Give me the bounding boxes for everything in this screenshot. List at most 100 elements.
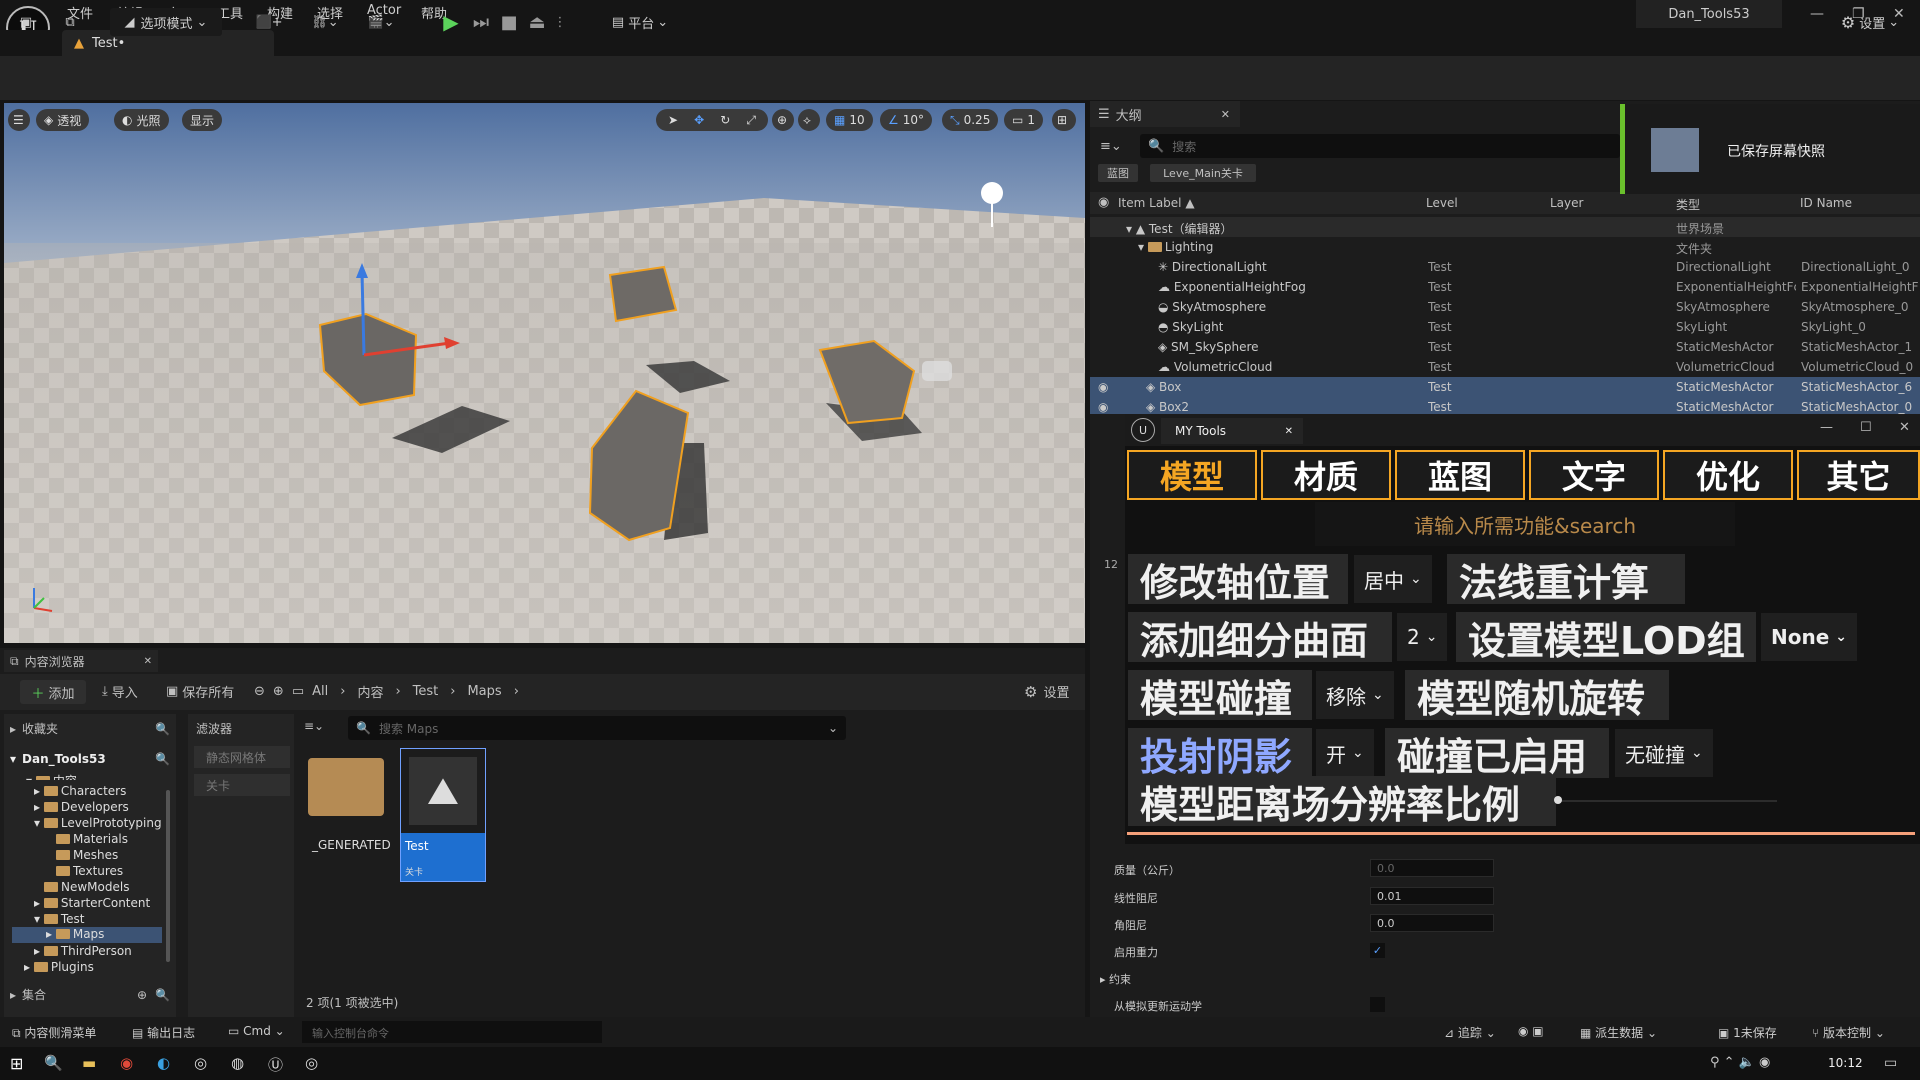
add-button[interactable]: ＋ 添加 [20, 680, 86, 704]
tab-material[interactable]: 材质 [1261, 450, 1391, 500]
unsaved-button[interactable]: ▣ 1未保存 [1718, 1024, 1777, 1041]
tool-search-input[interactable]: 请输入所需功能&search [1315, 502, 1735, 546]
close-icon[interactable]: ✕ [1221, 108, 1230, 121]
outliner-row[interactable]: ✳ DirectionalLight Test DirectionalLight… [1090, 257, 1920, 277]
rotate-icon[interactable]: ↻ [720, 113, 730, 127]
source-control-button[interactable]: ⑂ 版本控制 ⌄ [1812, 1024, 1885, 1041]
angle-snap-button[interactable]: ∠ 10° [880, 109, 933, 131]
change-pivot-button[interactable]: 修改轴位置 [1128, 554, 1348, 605]
tree-item-test[interactable]: ▾ Test [34, 912, 84, 926]
breadcrumb-maps[interactable]: Maps [467, 684, 501, 699]
tree-item-maps[interactable]: ▸ Maps [12, 927, 162, 943]
tree-item-thirdperson[interactable]: ▸ ThirdPerson [34, 944, 132, 958]
trace-button[interactable]: ⊿ 追踪 ⌄ [1444, 1024, 1496, 1041]
perspective-button[interactable]: ◈ 透视 [36, 109, 90, 131]
outliner-row[interactable]: ◉ ◈ Box2 Test StaticMeshActor StaticMesh… [1090, 397, 1920, 414]
eject-icon[interactable]: ⏏ [524, 8, 550, 36]
derived-data-button[interactable]: ▦ 派生数据 ⌄ [1580, 1024, 1657, 1041]
close-icon[interactable]: ✕ [144, 656, 152, 667]
outliner-row[interactable]: ▾ ▲ Test（编辑器） 世界场景 [1090, 217, 1920, 237]
viewport-menu-icon[interactable]: ☰ [8, 109, 30, 131]
outliner-row[interactable]: ◉ ◈ Box Test StaticMeshActor StaticMeshA… [1090, 377, 1920, 397]
tree-item-materials[interactable]: Materials [56, 832, 128, 846]
more-icon[interactable]: ⋮ [552, 8, 568, 36]
collision-enabled-button[interactable]: 碰撞已启用 [1385, 728, 1609, 779]
tree-scrollbar[interactable] [166, 790, 170, 962]
project-header[interactable]: ▾ Dan_Tools53 🔍 [10, 752, 170, 766]
step-icon[interactable]: ⏭ [468, 8, 494, 36]
filter-static-mesh[interactable]: 静态网格体 [194, 746, 290, 768]
col-item-label[interactable]: Item Label ▲ [1118, 196, 1195, 210]
lod-dropdown[interactable]: None ⌄ [1761, 613, 1858, 661]
search-icon[interactable]: 🔍 [155, 752, 170, 766]
eye-icon[interactable]: ◉ [1098, 380, 1108, 394]
details-row[interactable]: ▸ 约束 [1090, 967, 1920, 989]
cmd-dropdown[interactable]: ▭ Cmd ⌄ [228, 1024, 285, 1038]
folder-thumbnail[interactable] [308, 758, 384, 816]
breadcrumb-test[interactable]: Test [413, 684, 439, 699]
save-icon[interactable]: ▣ [12, 8, 40, 36]
breadcrumb-all[interactable]: All [312, 684, 328, 699]
scale-icon[interactable]: ⤢ [746, 113, 756, 128]
world-icon[interactable]: ⊕ [772, 109, 794, 131]
app-icon[interactable]: ◍ [231, 1054, 244, 1072]
col-id-name[interactable]: ID Name [1800, 196, 1852, 210]
chip-blueprint[interactable]: 蓝图 [1098, 164, 1138, 182]
tab-text[interactable]: 文字 [1529, 450, 1659, 500]
tree-item-textures[interactable]: Textures [56, 864, 123, 878]
add-collection-icon[interactable]: ⊕ [137, 988, 147, 1002]
distance-field-scale-button[interactable]: 模型距离场分辨率比例 [1128, 776, 1556, 827]
add-actor-icon[interactable]: ⬛+ [250, 8, 288, 36]
asset-folder-name[interactable]: _GENERATED [312, 838, 391, 852]
pivot-dropdown[interactable]: 居中 ⌄ [1354, 555, 1432, 603]
content-drawer-button[interactable]: ⧉ 内容侧滑菜单 [12, 1024, 96, 1041]
unreal-taskbar-icon[interactable]: Ⓤ [268, 1054, 283, 1075]
search-icon[interactable]: 🔍 [155, 722, 170, 736]
move-icon[interactable]: ✥ [694, 113, 704, 127]
collision-enabled-dropdown[interactable]: 无碰撞 ⌄ [1615, 729, 1713, 777]
camera-speed-button[interactable]: ▭ 1 [1004, 109, 1043, 131]
eye-icon[interactable]: ◉ [1098, 195, 1109, 210]
console-input[interactable]: 输入控制台命令 [302, 1021, 602, 1043]
filter-icon[interactable]: ≡⌄ [1100, 136, 1134, 156]
tab-blueprint[interactable]: 蓝图 [1395, 450, 1525, 500]
set-lod-group-button[interactable]: 设置模型LOD组 [1456, 612, 1756, 663]
screenshot-thumbnail[interactable] [1651, 128, 1699, 172]
asset-search-input[interactable]: 🔍 搜索 Maps ⌄ [348, 716, 846, 740]
windows-start-icon[interactable]: ⊞ [10, 1054, 23, 1073]
tree-item-plugins[interactable]: ▸ Plugins [24, 960, 94, 974]
show-button[interactable]: 显示 [182, 109, 223, 131]
col-layer[interactable]: Layer [1550, 196, 1583, 210]
outliner-row[interactable]: ☁ VolumetricCloud Test VolumetricCloud V… [1090, 357, 1920, 377]
outliner-row[interactable]: ▾ Lighting 文件夹 [1090, 237, 1920, 257]
col-level[interactable]: Level [1426, 196, 1458, 210]
record-icon[interactable]: ◉ ▣ [1518, 1024, 1544, 1038]
kinematic-checkbox[interactable] [1370, 997, 1385, 1012]
content-settings-button[interactable]: ⚙ 设置 [1024, 682, 1069, 702]
outliner-row[interactable]: ◒ SkyAtmosphere Test SkyAtmosphere SkyAt… [1090, 297, 1920, 317]
notification-icon[interactable]: ▭ [1884, 1055, 1897, 1071]
tab-other[interactable]: 其它 [1797, 450, 1920, 500]
filter-level[interactable]: 关卡 [194, 774, 290, 796]
search-icon[interactable]: 🔍 [155, 988, 170, 1002]
recompute-normals-button[interactable]: 法线重计算 [1447, 554, 1685, 605]
maximize-icon[interactable]: ☐ [1860, 420, 1872, 435]
gravity-checkbox[interactable]: ✓ [1370, 943, 1385, 958]
collision-dropdown[interactable]: 移除 ⌄ [1316, 671, 1394, 719]
level-viewport[interactable]: ☰ ◈ 透视 ◐ 光照 显示 ➤ ✥ ↻ ⤢ ⊕ ⟡ ▦ 10 ∠ 10° ⤡ … [4, 103, 1085, 643]
blueprint-icon[interactable]: ⛓⌄ [306, 8, 344, 36]
chrome-icon[interactable]: ◉ [120, 1054, 133, 1072]
outliner-row[interactable]: ☁ ExponentialHeightFog Test ExponentialH… [1090, 277, 1920, 297]
add-subdivision-button[interactable]: 添加细分曲面 [1128, 612, 1392, 663]
breadcrumb-content[interactable]: 内容 [357, 682, 383, 701]
close-icon[interactable]: ✕ [1285, 426, 1293, 437]
tree-item-startercontent[interactable]: ▸ StarterContent [34, 896, 150, 910]
filter-icon[interactable]: ≡⌄ [304, 719, 338, 733]
save-all-button[interactable]: ▣ 保存所有 [166, 682, 234, 701]
settings-button[interactable]: ⚙ 设置 ⌄ [1832, 8, 1908, 36]
minimize-icon[interactable]: — [1810, 6, 1824, 22]
model-collision-button[interactable]: 模型碰撞 [1128, 670, 1312, 721]
layout-icon[interactable]: ⊞ [1052, 109, 1076, 131]
tab-model[interactable]: 模型 [1127, 450, 1257, 500]
tab-optimize[interactable]: 优化 [1663, 450, 1793, 500]
